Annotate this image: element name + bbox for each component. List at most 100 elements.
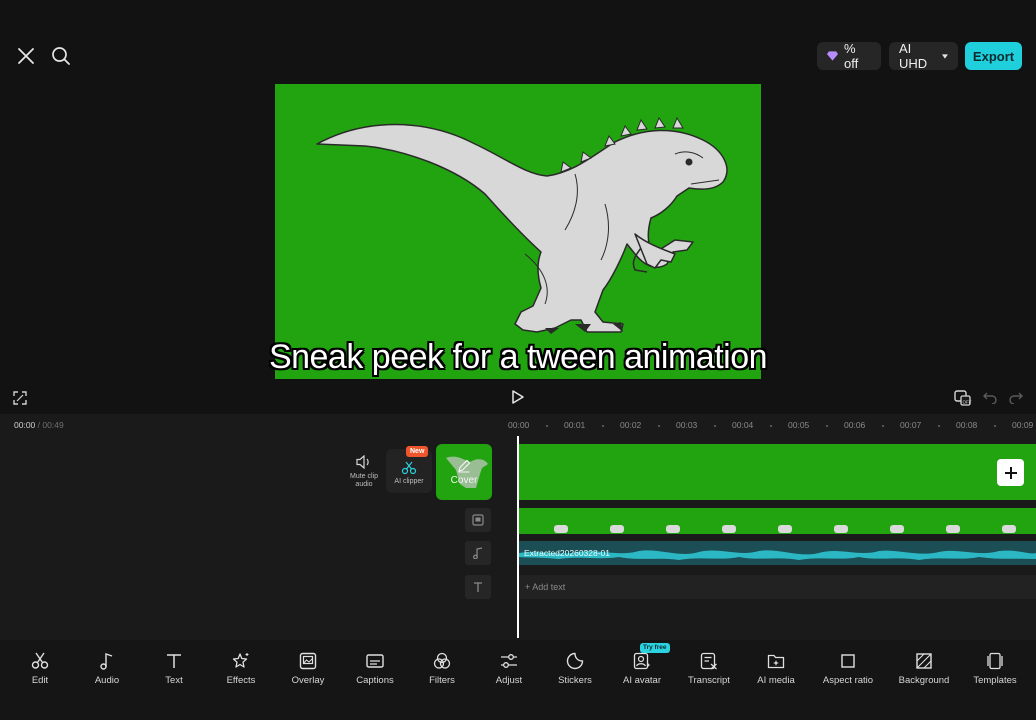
filters-icon [433,652,451,669]
toolbar-label: AI avatar [622,675,662,686]
text-track-button[interactable] [465,575,491,599]
redo-icon [1009,392,1023,404]
toolbar-stickers[interactable]: Stickers [540,652,610,686]
fullscreen-button[interactable] [11,389,29,407]
audio-track-button[interactable] [465,541,491,565]
avatar-icon [633,652,651,670]
try-free-label: Try free [643,644,667,651]
ruler-dot [938,425,940,427]
ruler-label: 00:01 [564,420,586,430]
overlay-track-button[interactable] [465,508,491,532]
add-text-label: + Add text [525,582,566,592]
toolbar-ai-avatar[interactable]: AI avatar [607,652,677,686]
cover-button[interactable]: Cover [436,444,492,500]
ai-media-icon [767,654,785,669]
toolbar-label: Aspect ratio [822,675,874,686]
discount-button[interactable]: % off [817,41,881,71]
play-icon [512,390,524,404]
transcript-icon [700,652,717,670]
toolbar-captions[interactable]: Captions [340,652,410,686]
caret-down-icon [942,53,948,59]
dinosaur-illustration [316,116,728,334]
sparkle-star-icon [232,653,249,668]
discount-label: % off [844,41,859,71]
music-note-icon [100,653,113,670]
toolbar-label: Background [898,675,950,686]
toolbar-label: Stickers [558,675,592,686]
overlay-marker [554,525,568,533]
close-icon [18,48,34,64]
export-label: Export [972,48,1015,64]
audio-clip-name: Extracted20260328-01 [524,548,611,558]
overlay-marker [1002,525,1016,533]
time-display: 00:00 / 00:49 [14,420,64,430]
overlay-marker [666,525,680,533]
overlay-marker [946,525,960,533]
toolbar-aspect-ratio[interactable]: Aspect ratio [813,652,883,686]
toolbar-text[interactable]: Text [139,652,209,686]
mute-label-line1: Mute clip [349,473,378,480]
aspect-ratio-icon [841,654,855,668]
svg-text:OFF: OFF [963,400,972,405]
search-button[interactable] [49,44,73,68]
speaker-icon [356,455,369,469]
toolbar-audio[interactable]: Audio [72,652,142,686]
overlay-marker [890,525,904,533]
caption-overlay[interactable]: Sneak peek for a tween animation [0,338,1036,377]
toolbar-label: AI media [757,675,795,686]
toolbar-ai-media[interactable]: AI media [741,652,811,686]
toolbar-effects[interactable]: Effects [206,652,276,686]
close-button[interactable] [14,44,38,68]
text-track-icon [474,582,482,592]
toolbar-label: Filters [429,675,455,686]
toolbar-adjust[interactable]: Adjust [474,652,544,686]
ruler-dot [602,425,604,427]
toolbar-transcript[interactable]: Transcript [674,652,744,686]
toolbar-templates[interactable]: Templates [960,652,1030,686]
ruler-label: 00:05 [788,420,810,430]
ruler-label: 00:00 [508,420,530,430]
search-icon [52,47,70,65]
toolbar-label: Text [165,675,183,686]
diamond-icon [827,51,839,61]
music-note-track-icon [473,547,483,559]
sticker-icon [566,652,584,670]
text-icon [167,654,181,668]
video-clip[interactable] [519,444,1036,500]
toolbar-filters[interactable]: Filters [407,652,477,686]
undo-button[interactable] [981,388,999,406]
captions-icon [366,654,384,668]
ruler-dot [546,425,548,427]
toolbar-label: Templates [973,675,1017,686]
toolbar-overlay[interactable]: Overlay [273,652,343,686]
video-preview[interactable] [275,84,761,379]
scissors-icon [31,652,49,669]
ruler-dot [770,425,772,427]
export-button[interactable]: Export [965,42,1022,70]
undo-icon [983,392,997,404]
new-badge-label: New [410,448,425,455]
ruler-label: 00:09 [1012,420,1034,430]
sliders-icon [501,654,517,668]
overlay-icon [299,652,317,670]
keyframe-button[interactable]: OFF [953,388,973,408]
background-icon [916,653,932,669]
playhead[interactable] [517,436,519,638]
audio-clip[interactable]: Extracted20260328-01 [519,541,1036,565]
toolbar-label: Overlay [291,675,325,686]
ruler-dot [658,425,660,427]
ruler-label: 00:07 [900,420,922,430]
toolbar-label: Audio [94,675,120,686]
quality-dropdown[interactable]: AI UHD [889,41,958,71]
toolbar-label: Captions [356,675,394,686]
toolbar-edit[interactable]: Edit [5,652,75,686]
cover-label: Cover [450,474,478,486]
redo-button[interactable] [1007,388,1025,406]
play-button[interactable] [508,387,528,407]
templates-icon [987,652,1003,670]
ruler-dot [826,425,828,427]
mute-clip-audio-button[interactable]: Mute clip audio [344,455,384,489]
add-clip-button[interactable] [997,459,1024,486]
toolbar-background[interactable]: Background [889,652,959,686]
text-track[interactable]: + Add text [519,575,1036,599]
